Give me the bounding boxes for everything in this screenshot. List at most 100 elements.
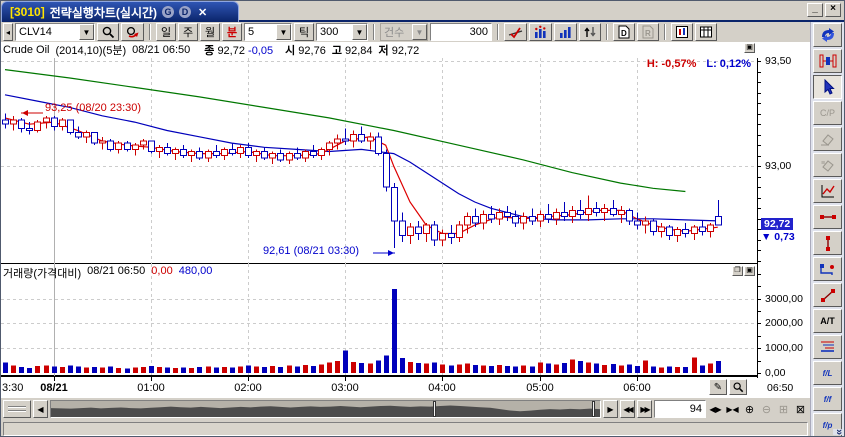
page-back-button[interactable]: ◀◀	[620, 400, 635, 418]
fibonacci-tool-button[interactable]	[813, 335, 842, 359]
price-axis-tick	[757, 124, 761, 125]
volume-axis-label: 2000,00	[765, 317, 803, 329]
formula-bars-tool-button[interactable]: f/L	[813, 361, 842, 385]
cp-label: C/P	[820, 108, 835, 118]
page-forward-button[interactable]: ▶▶	[637, 400, 652, 418]
volume-value: 480,00	[179, 265, 213, 281]
annotate-button[interactable]: ✎	[709, 379, 727, 395]
window-code: [3010]	[10, 5, 45, 19]
minute-interval-combobox[interactable]: 5 ▼	[244, 23, 292, 41]
price-axis-tick	[757, 135, 761, 136]
bar-style-button[interactable]	[554, 23, 577, 41]
price-axis-tick	[757, 208, 761, 209]
high-label: 고	[332, 45, 342, 57]
history-minimap[interactable]	[50, 400, 601, 418]
formula-wave-tool-button[interactable]: f/f	[813, 387, 842, 411]
toolbar-scroll-left-button[interactable]: ◂	[3, 23, 13, 41]
volume-pane[interactable]: 거래량(가격대비) 08/21 06:50 0,00 480,00 ❐ ▣	[1, 264, 757, 376]
data-save-button-disabled: R	[637, 23, 659, 41]
price-axis-tick	[757, 93, 761, 94]
step-line-tool-button[interactable]	[813, 257, 842, 281]
text-tool-button[interactable]: A/T	[813, 309, 842, 333]
chart-report-button[interactable]	[671, 23, 693, 41]
price-pane[interactable]: H: -0,57% L: 0,12% 93,25 (08/20 23:30) 9…	[1, 58, 757, 264]
price-axis-tick	[757, 103, 761, 104]
d-badge-icon[interactable]: D	[179, 6, 191, 18]
diagonal-line-icon	[820, 288, 836, 303]
period-month-button[interactable]: 월	[200, 23, 220, 41]
tick-count-combobox[interactable]: 300 ▼	[316, 23, 368, 41]
drawing-tools-sidebar: C/P ≡ A/T	[810, 22, 844, 437]
minimap-view-end-marker[interactable]	[592, 401, 595, 417]
zoom-in-button[interactable]: ⊕	[742, 401, 757, 417]
svg-text:D: D	[621, 29, 627, 38]
symbol-value: CLV14	[16, 26, 79, 38]
cp-tool-button-disabled: C/P	[813, 101, 842, 125]
symbol-search-button[interactable]	[97, 23, 119, 41]
grid-view-button[interactable]	[695, 23, 717, 41]
fib-lines-icon	[819, 340, 836, 354]
data-window-button[interactable]: D	[613, 23, 635, 41]
open-value: 92,76	[298, 45, 326, 57]
grid-toggle-button-disabled: ⊞	[776, 401, 791, 417]
tick-button[interactable]: 틱	[294, 23, 314, 41]
volume-title: 거래량(가격대비)	[3, 265, 81, 281]
refresh-button[interactable]	[813, 23, 842, 47]
trendline-tool-button[interactable]	[813, 283, 842, 307]
pane-maximize-icon[interactable]: ▣	[744, 43, 755, 53]
close-zoom-button[interactable]: ⊠	[793, 401, 808, 417]
minute-interval-value: 5	[245, 26, 276, 38]
recent-symbol-button[interactable]	[121, 23, 144, 41]
document-d-icon: D	[617, 25, 631, 39]
time-axis-label: 08/21	[30, 382, 78, 394]
contract-info: (2014,10)(5분)	[55, 42, 126, 58]
candlestick-chart[interactable]	[1, 58, 757, 264]
dot-bar-style-button[interactable]	[529, 23, 552, 41]
low-label: 저	[379, 45, 389, 57]
price-chart-header: Crude Oil (2014,10)(5분) 08/21 06:50 종 92…	[1, 42, 757, 58]
axis-zoom-button[interactable]	[729, 379, 747, 395]
price-axis-column[interactable]: 93,5093,0092,72▼ 0,733000,002000,001000,…	[757, 42, 810, 398]
horizontal-line-tool-button[interactable]	[813, 205, 842, 229]
trend-analysis-button[interactable]	[813, 179, 842, 203]
expand-bars-button[interactable]: ◀▶	[708, 401, 723, 417]
toolbar-separator	[606, 24, 608, 40]
tab-close-icon[interactable]: ✕	[198, 6, 207, 19]
period-minute-button[interactable]: 분	[222, 23, 242, 41]
sidebar-overflow-chevron[interactable]: »	[833, 429, 844, 435]
chevron-down-icon[interactable]: ▼	[79, 24, 94, 40]
scroll-left-button[interactable]: ◀	[33, 400, 48, 418]
count-combobox-disabled: 건수 ▼	[380, 23, 428, 41]
high-value: 92,84	[345, 45, 373, 57]
vertical-line-tool-button[interactable]	[813, 231, 842, 255]
period-week-button[interactable]: 주	[178, 23, 198, 41]
scrollbar-drag-handle[interactable]	[3, 400, 31, 418]
search-icon	[101, 25, 115, 39]
volume-axis-label: 1000,00	[765, 342, 803, 354]
chevron-down-icon[interactable]: ▼	[352, 24, 367, 40]
period-day-button[interactable]: 일	[156, 23, 176, 41]
minimap-waveform	[51, 401, 600, 417]
window-tab[interactable]: [3010] 전략실행차트(실시간) G D ✕	[1, 1, 239, 22]
symbol-combobox[interactable]: CLV14 ▼	[15, 23, 95, 41]
shrink-bars-button[interactable]: ▶◀	[725, 401, 740, 417]
scroll-right-button[interactable]: ▶	[603, 400, 618, 418]
pane-maximize-icon[interactable]: ▣	[744, 266, 755, 276]
visible-bars-input[interactable]	[654, 400, 706, 418]
fp-label: f/p	[823, 421, 833, 430]
low-arrow-icon	[373, 248, 401, 258]
search-history-icon	[125, 25, 140, 39]
line-style-button[interactable]	[504, 23, 527, 41]
select-cursor-button[interactable]	[813, 75, 842, 99]
chevron-down-icon[interactable]: ▼	[276, 24, 291, 40]
close-value: 92,72	[217, 45, 245, 57]
pane-restore-icon[interactable]: ❐	[732, 266, 743, 276]
compare-chart-button[interactable]	[813, 49, 842, 73]
time-axis-label: 03:00	[321, 382, 369, 394]
count-input[interactable]	[430, 23, 492, 41]
close-button[interactable]: ×	[825, 3, 841, 17]
minimap-view-start-marker[interactable]	[433, 401, 436, 417]
minimize-button[interactable]: _	[807, 3, 823, 17]
g-badge-icon[interactable]: G	[162, 6, 174, 18]
sort-button[interactable]	[579, 23, 601, 41]
